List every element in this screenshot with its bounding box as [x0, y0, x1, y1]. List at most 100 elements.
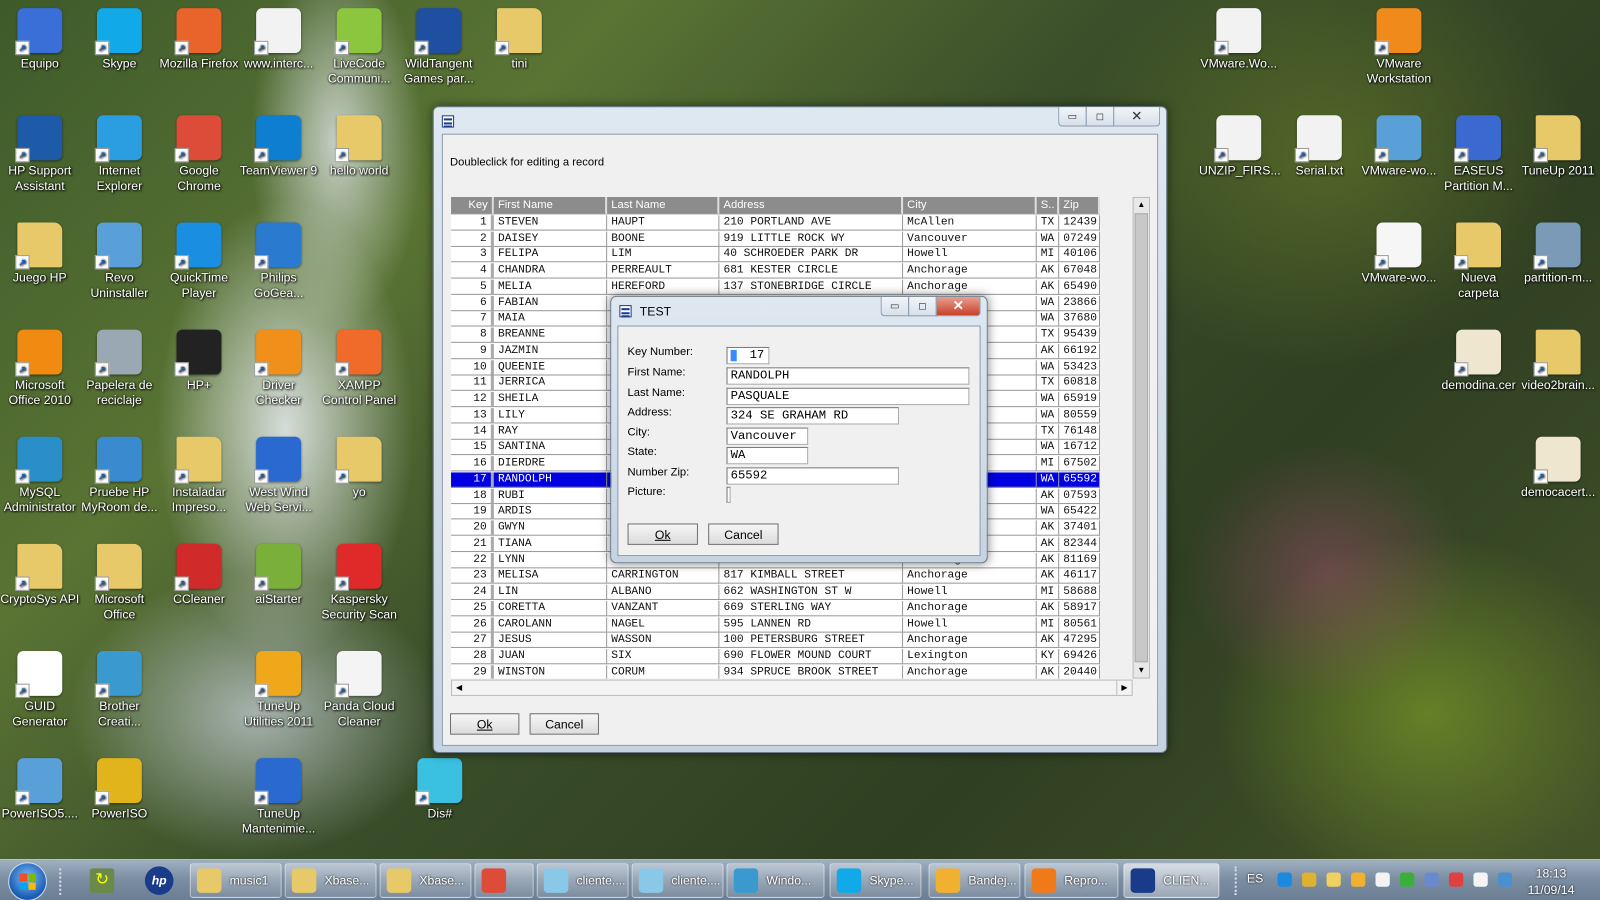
desktop-icon[interactable]: ↗ CCleaner	[159, 542, 239, 607]
table-row[interactable]: 23 MELISA CARRINGTON 817 KIMBALL STREET Anch…	[451, 568, 1100, 585]
desktop-icon[interactable]: ↗ VMware.Wo...	[1199, 6, 1279, 71]
table-row[interactable]: 3 FELIPA LIM 40 SCHROEDER PARK DR Howell MI 40…	[451, 247, 1100, 263]
table-row[interactable]: 26 CAROLANN NAGEL 595 LANNEN RD Howell MI 8056…	[451, 616, 1100, 633]
column-header[interactable]: Address	[719, 196, 904, 215]
desktop-icon[interactable]: ↗ Microsoft Office	[80, 542, 160, 623]
scroll-right-arrow-icon[interactable]: ▶	[1116, 680, 1131, 695]
dialog-close-button[interactable]: ✕	[935, 296, 981, 317]
language-indicator[interactable]: ES	[1247, 871, 1263, 885]
desktop-icon[interactable]: ↗ Instaladar Impreso...	[159, 435, 239, 516]
taskbar-button[interactable]: Repro...	[1024, 863, 1119, 898]
address-field[interactable]: 324 SE GRAHAM RD	[726, 407, 899, 425]
outlook-icon[interactable]	[1351, 872, 1366, 887]
desktop-icon[interactable]: ↗ QuickTime Player	[159, 220, 239, 301]
desktop-icon[interactable]: ↗ Internet Explorer	[80, 113, 160, 194]
desktop-icon[interactable]: ↗ HP Support Assistant	[0, 113, 80, 194]
desktop-icon[interactable]: ↗ VMware-wo...	[1359, 220, 1439, 285]
desktop-icon[interactable]: ↗ partition-m...	[1518, 220, 1598, 285]
desktop-icon[interactable]: ↗ Kaspersky Security Scan	[319, 542, 399, 623]
close-button[interactable]: ✕	[1113, 107, 1161, 127]
volume-icon[interactable]	[1473, 872, 1488, 887]
start-button[interactable]	[8, 862, 47, 900]
user-warning-icon[interactable]	[1302, 872, 1317, 887]
desktop-icon[interactable]: ↗ Papelera de reciclaje	[80, 328, 160, 409]
desktop-icon[interactable]: ↗ UNZIP_FIRS...	[1199, 113, 1281, 178]
desktop-icon[interactable]: ↗ PowerISO5....	[0, 756, 80, 821]
table-row[interactable]: 1 STEVEN HAUPT 210 PORTLAND AVE McAllen TX 124…	[451, 215, 1100, 231]
sync-icon[interactable]	[1277, 872, 1292, 887]
taskbar-button[interactable]	[474, 863, 534, 898]
taskbar-button[interactable]: music1	[189, 863, 282, 898]
desktop-icon[interactable]: ↗ aiStarter	[239, 542, 319, 607]
desktop-icon[interactable]: ↗ MySQL Administrator	[0, 435, 80, 516]
pinned-hp-app[interactable]: hp	[144, 866, 174, 895]
desktop-icon[interactable]: ↗ VMware-wo...	[1359, 113, 1439, 178]
main-ok-button[interactable]: Ok	[449, 713, 520, 735]
scroll-down-arrow-icon[interactable]: ▼	[1134, 663, 1149, 677]
desktop-icon[interactable]: ↗ yo	[319, 435, 399, 500]
table-row[interactable]: 24 LIN ALBANO 662 WASHINGTON ST W Howell MI 58…	[451, 584, 1100, 601]
table-row[interactable]: 5 MELIA HEREFORD 137 STONEBRIDGE CIRCLE Anch…	[451, 279, 1100, 296]
table-row[interactable]: 4 CHANDRA PERREAULT 681 KESTER CIRCLE Anchor…	[451, 263, 1100, 279]
desktop-icon[interactable]: ↗ West Wind Web Servi...	[239, 435, 319, 516]
column-header[interactable]: Zip	[1059, 196, 1100, 215]
desktop-icon[interactable]: ↗ Panda Cloud Cleaner	[319, 649, 399, 730]
flag-error-icon[interactable]	[1448, 872, 1464, 887]
mail-icon[interactable]	[1326, 872, 1341, 887]
desktop-icon[interactable]: ↗ demodina.cer	[1439, 328, 1519, 393]
desktop-icon[interactable]: ↗ Microsoft Office 2010	[0, 328, 80, 409]
desktop-icon[interactable]: ↗ HP+	[159, 328, 239, 393]
desktop-icon[interactable]: ↗ Equipo	[0, 6, 80, 71]
desktop-icon[interactable]: ↗ video2brain...	[1518, 328, 1598, 393]
desktop-icon[interactable]: ↗ Mozilla Firefox	[159, 6, 239, 71]
desktop-icon[interactable]: ↗ TuneUp Utilities 2011	[239, 649, 319, 730]
main-cancel-button[interactable]: Cancel	[529, 713, 599, 735]
taskbar-button[interactable]: cliente....	[536, 863, 629, 898]
desktop-icon[interactable]: ↗ Philips GoGea...	[239, 220, 319, 301]
desktop-icon[interactable]: ↗ CryptoSys API	[0, 542, 80, 607]
horizontal-scrollbar[interactable]: ◀ ▶	[451, 679, 1133, 696]
city-field[interactable]: Vancouver	[726, 427, 809, 445]
taskbar-button[interactable]: Xbase...	[379, 863, 472, 898]
maximize-button[interactable]: ◻	[1085, 107, 1115, 127]
green-shield-icon[interactable]	[1399, 872, 1415, 887]
table-row[interactable]: 25 CORETTA VANZANT 669 STERLING WAY Anchorag…	[451, 600, 1100, 617]
desktop-icon[interactable]: ↗ Pruebe HP MyRoom de...	[80, 435, 160, 516]
desktop-icon[interactable]: ↗ VMware Workstation	[1359, 6, 1439, 87]
dialog-minimize-button[interactable]: ▭	[880, 296, 910, 317]
desktop-icon[interactable]: ↗ Dis#	[400, 756, 480, 821]
taskbar-button[interactable]: Xbase...	[284, 863, 377, 898]
desktop-icon[interactable]: ↗ TeamViewer 9	[239, 113, 319, 178]
desktop-icon[interactable]: ↗ XAMPP Control Panel	[319, 328, 399, 409]
desktop-icon[interactable]: ↗ Brother Creati...	[80, 649, 160, 730]
desktop-icon[interactable]: ↗ LiveCode Communi...	[319, 6, 399, 87]
desktop-icon[interactable]: ↗ Serial.txt	[1280, 113, 1360, 178]
taskbar-button[interactable]: CLIEN...	[1123, 863, 1220, 898]
desktop-icon[interactable]: ↗ Revo Uninstaller	[80, 220, 160, 301]
clock[interactable]: 18:13 11/09/14	[1522, 865, 1579, 898]
desktop-icon[interactable]: ↗ TuneUp Mantenimie...	[239, 756, 319, 837]
desktop-icon[interactable]: ↗ PowerISO	[80, 756, 160, 821]
desktop-icon[interactable]: ↗ Driver Checker	[239, 328, 319, 409]
first-name-field[interactable]: RANDOLPH	[726, 367, 970, 385]
network-icon[interactable]	[1424, 872, 1439, 887]
table-row[interactable]: 28 JUAN SIX 690 FLOWER MOUND COURT Lexington…	[451, 648, 1100, 665]
last-name-field[interactable]: PASQUALE	[726, 387, 970, 406]
dialog-ok-button[interactable]: Ok	[627, 523, 698, 545]
desktop-icon[interactable]: ↗ WildTangent Games par...	[399, 6, 479, 87]
desktop-icon[interactable]: ↗ hello world	[319, 113, 399, 178]
column-header[interactable]: First Name	[493, 196, 608, 215]
pinned-sync-app[interactable]: ↻	[89, 868, 115, 893]
desktop-icon[interactable]: ↗ Skype	[80, 6, 160, 71]
number-zip-field[interactable]: 65592	[726, 467, 899, 485]
picture-field[interactable]	[726, 486, 731, 504]
scroll-up-arrow-icon[interactable]: ▲	[1134, 198, 1149, 212]
table-row[interactable]: 27 JESUS WASSON 100 PETERSBURG STREET Anchor…	[451, 632, 1100, 649]
desktop-icon[interactable]: ↗ Google Chrome	[159, 113, 239, 194]
desktop-icon[interactable]: ↗ Juego HP	[0, 220, 80, 285]
desktop-icon[interactable]: ↗ tini	[480, 6, 560, 71]
state-field[interactable]: WA	[726, 446, 809, 465]
key-number-field[interactable]: 17	[726, 346, 770, 365]
desktop-icon[interactable]: ↗ www.interc...	[239, 6, 319, 71]
dialog-maximize-button[interactable]: ◻	[908, 296, 937, 317]
